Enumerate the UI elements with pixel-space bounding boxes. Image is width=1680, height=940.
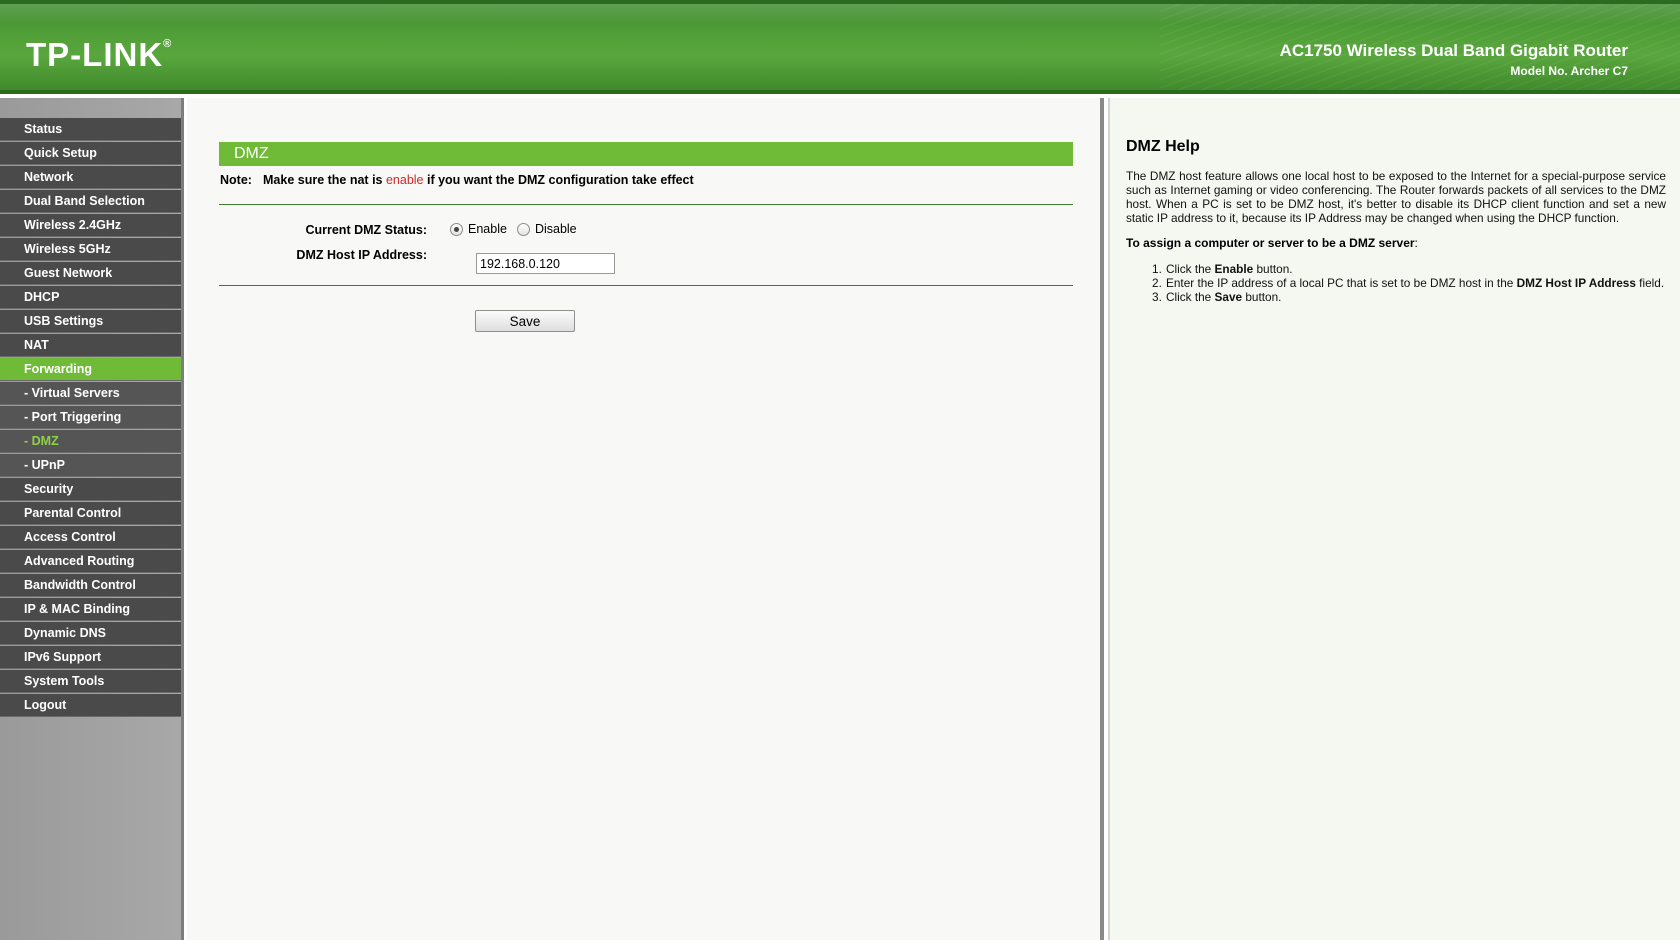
sidebar-item-ip-and-mac-binding[interactable]: IP & MAC Binding [0,598,181,621]
sidebar-item-bandwidth-control[interactable]: Bandwidth Control [0,574,181,597]
help-step: Enter the IP address of a local PC that … [1152,276,1666,290]
save-button[interactable]: Save [475,310,575,332]
disable-radio[interactable] [516,222,530,236]
help-body: The DMZ host feature allows one local ho… [1126,169,1666,225]
note-text-after: if you want the DMZ configuration take e… [423,173,694,187]
help-step-text: field. [1635,276,1665,290]
dmz-host-ip-input[interactable] [476,253,615,274]
help-steps-list: Click the Enable button. Enter the IP add… [1152,262,1666,304]
help-step-keyword: DMZ Host IP Address [1516,276,1636,290]
divider-bottom [219,285,1073,286]
sidebar-item-access-control[interactable]: Access Control [0,526,181,549]
sidebar-item-port-triggering[interactable]: - Port Triggering [0,406,181,429]
note-highlight: enable [385,173,424,187]
dmz-status-label: Current DMZ Status: [305,223,427,237]
main-content: DMZ Note: Make sure the nat is enable if … [187,98,1104,940]
sidebar-item-status[interactable]: Status [0,118,181,141]
sidebar-item-system-tools[interactable]: System Tools [0,670,181,693]
tp-link-logo: TP-LINK® [26,36,172,74]
help-subtitle: To assign a computer or server to be a D… [1126,236,1418,250]
help-step-text: Click the [1166,290,1215,304]
sidebar-item-logout[interactable]: Logout [0,694,181,717]
help-step-keyword: Save [1214,290,1243,304]
sidebar-item-virtual-servers[interactable]: - Virtual Servers [0,382,181,405]
sidebar-item-upnp[interactable]: - UPnP [0,454,181,477]
sidebar: Status Quick Setup Network Dual Band Select… [0,98,184,940]
help-step: Click the Save button. [1152,290,1666,304]
disable-radio-label[interactable]: Disable [535,222,577,236]
sidebar-item-nat[interactable]: NAT [0,334,181,357]
sidebar-item-security[interactable]: Security [0,478,181,501]
help-step-keyword: Enable [1214,262,1254,276]
sidebar-item-advanced-routing[interactable]: Advanced Routing [0,550,181,573]
model-number: Model No. Archer C7 [1510,64,1628,78]
sidebar-item-usb-settings[interactable]: USB Settings [0,310,181,333]
sidebar-item-forwarding[interactable]: Forwarding [0,358,181,381]
help-step: Click the Enable button. [1152,262,1666,276]
sidebar-item-dmz[interactable]: - DMZ [0,430,181,453]
product-title: AC1750 Wireless Dual Band Gigabit Router [1279,41,1628,60]
sidebar-item-dual-band-selection[interactable]: Dual Band Selection [0,190,181,213]
sidebar-item-wireless-2-4ghz[interactable]: Wireless 2.4GHz [0,214,181,237]
sidebar-item-parental-control[interactable]: Parental Control [0,502,181,525]
dmz-status-radio-group: Enable Disable [450,222,587,236]
sidebar-item-network[interactable]: Network [0,166,181,189]
enable-radio-label[interactable]: Enable [468,222,507,236]
sidebar-item-ipv6-support[interactable]: IPv6 Support [0,646,181,669]
section-title-bar: DMZ [219,142,1073,166]
logo-registered-mark: ® [163,38,173,50]
help-subtitle-bold: To assign a computer or server to be a D… [1126,236,1415,250]
header-banner: TP-LINK® AC1750 Wireless Dual Band Gigab… [0,0,1680,94]
note-label: Note: [220,173,252,187]
logo-text: TP-LINK [26,36,164,73]
sidebar-item-dhcp[interactable]: DHCP [0,286,181,309]
help-title: DMZ Help [1126,138,1200,155]
sidebar-menu: Status Quick Setup Network Dual Band Select… [0,118,181,718]
sidebar-item-quick-setup[interactable]: Quick Setup [0,142,181,165]
help-step-text: Enter the IP address of a local PC that … [1166,276,1517,290]
help-step-text: button. [1253,262,1293,276]
enable-radio[interactable] [450,222,463,236]
help-step-text: Click the [1166,262,1215,276]
help-step-text: button. [1242,290,1282,304]
help-subtitle-tail: : [1414,236,1418,250]
nat-note: Note: Make sure the nat is enable if you … [220,173,694,187]
sidebar-item-dynamic-dns[interactable]: Dynamic DNS [0,622,181,645]
note-text-before: Make sure the nat is [263,173,386,187]
sidebar-item-guest-network[interactable]: Guest Network [0,262,181,285]
help-panel: DMZ Help The DMZ host feature allows one… [1108,98,1680,940]
sidebar-item-wireless-5ghz[interactable]: Wireless 5GHz [0,238,181,261]
dmz-host-ip-label: DMZ Host IP Address: [296,248,427,262]
divider-top [219,204,1073,205]
